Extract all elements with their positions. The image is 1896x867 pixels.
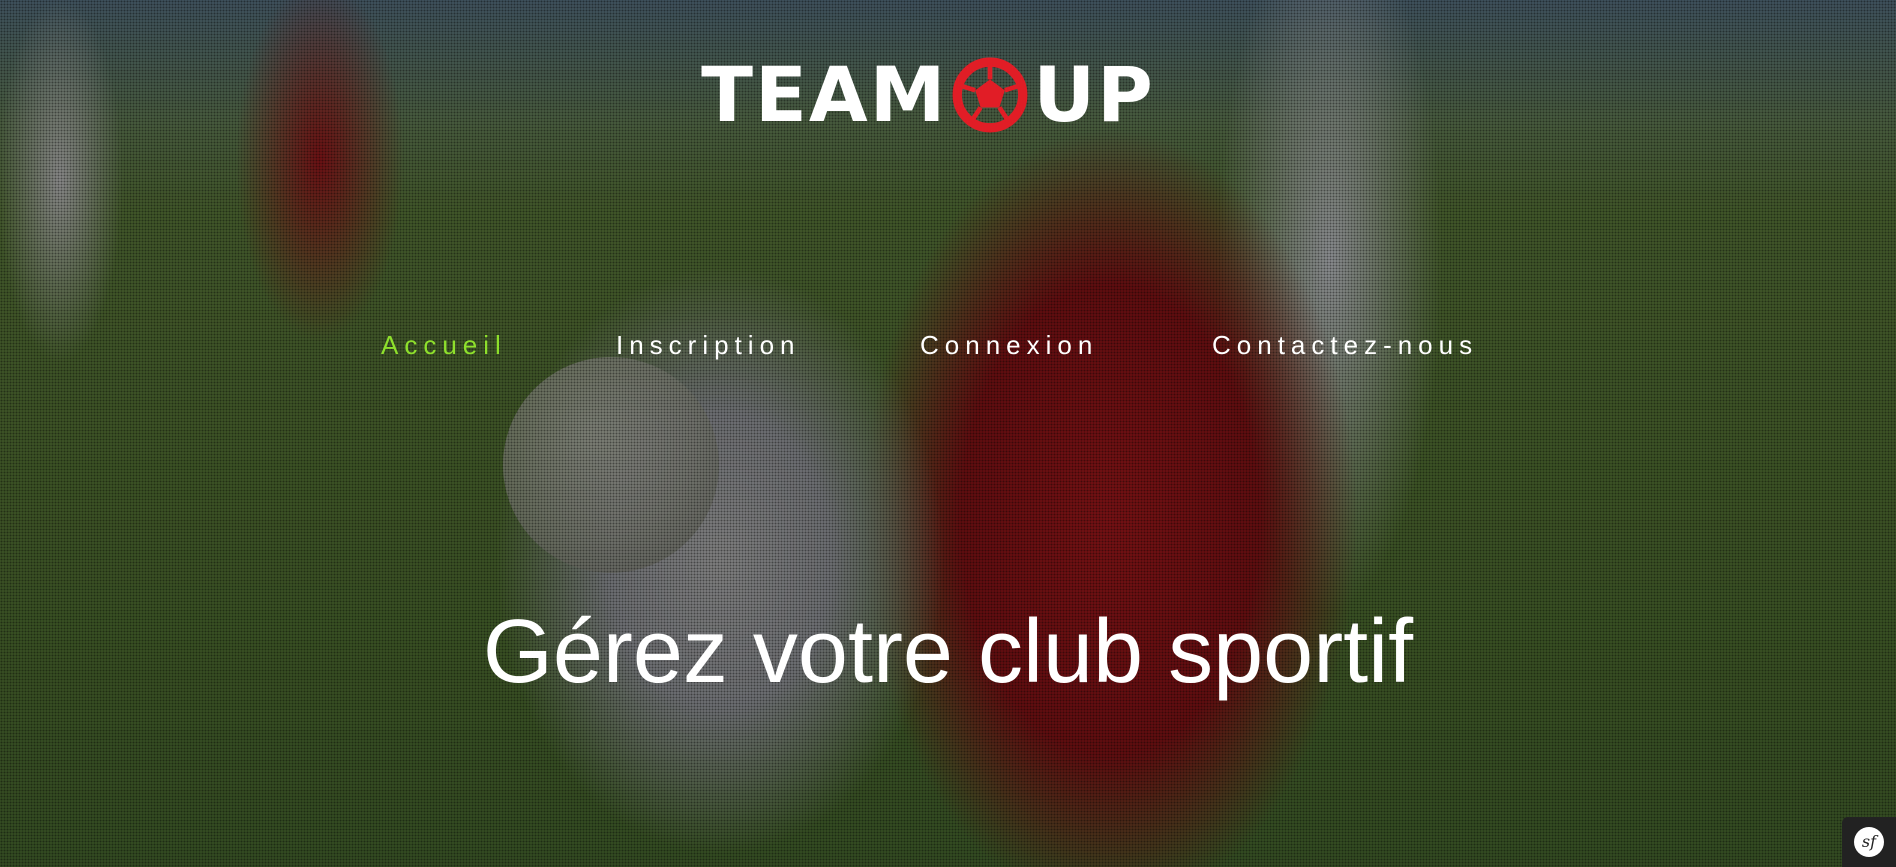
logo-text-left: TEAM [701, 50, 948, 139]
hero-section: TEAM UP Accueil Inscription Connexion Co… [0, 0, 1896, 867]
symfony-icon: sf [1854, 827, 1884, 857]
nav-item-connexion[interactable]: Connexion [920, 330, 1098, 361]
site-logo[interactable]: TEAM UP [678, 50, 1178, 140]
nav-item-inscription[interactable]: Inscription [616, 330, 801, 361]
soccer-ball-icon [952, 57, 1028, 133]
logo-text-right: UP [1033, 50, 1155, 139]
debug-toolbar-toggle[interactable]: sf [1842, 817, 1896, 867]
main-navigation: Accueil Inscription Connexion Contactez-… [0, 330, 1896, 364]
hero-headline: Gérez votre club sportif [482, 602, 1414, 702]
nav-item-contactez-nous[interactable]: Contactez-nous [1212, 330, 1478, 361]
nav-item-accueil[interactable]: Accueil [381, 330, 507, 361]
